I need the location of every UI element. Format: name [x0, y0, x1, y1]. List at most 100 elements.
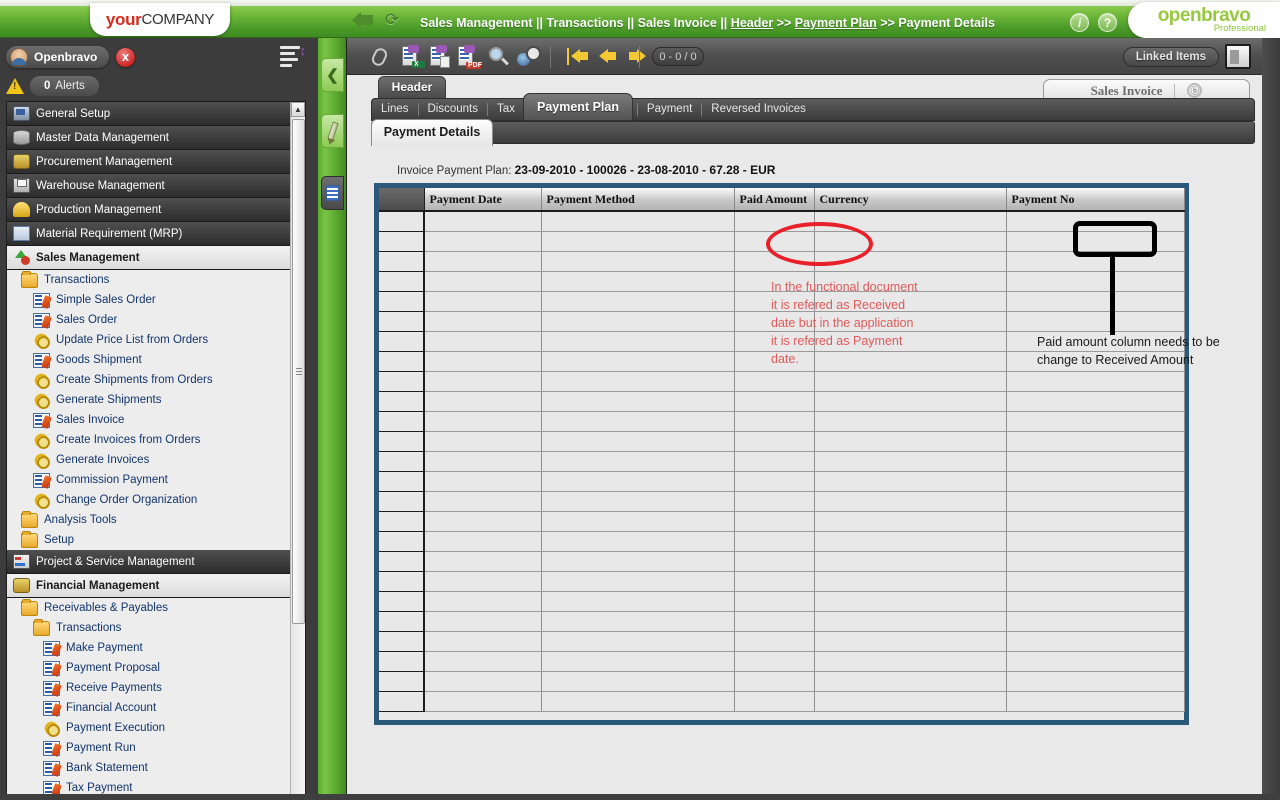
grid-cell[interactable]	[1006, 551, 1185, 572]
table-row[interactable]	[379, 511, 1185, 532]
table-row[interactable]	[379, 411, 1185, 432]
grid-cell[interactable]	[734, 631, 815, 652]
grid-row-selector-cell[interactable]	[379, 391, 425, 412]
grid-row-selector-cell[interactable]	[379, 511, 425, 532]
grid-column-header-payment-method[interactable]: Payment Method	[541, 188, 735, 212]
sidebar-item-make-payment[interactable]: Make Payment	[7, 638, 305, 658]
grid-cell[interactable]	[541, 211, 735, 232]
grid-cell[interactable]	[734, 351, 815, 372]
sidebar-item-sales-invoice[interactable]: Sales Invoice	[7, 410, 305, 430]
grid-row-selector-cell[interactable]	[379, 351, 425, 372]
tab-lines[interactable]: Lines	[372, 99, 418, 120]
grid-cell[interactable]	[734, 671, 815, 692]
grid-row-selector-cell[interactable]	[379, 691, 425, 712]
sidebar-item-financial-account[interactable]: Financial Account	[7, 698, 305, 718]
grid-cell[interactable]	[734, 271, 815, 292]
grid-cell[interactable]	[424, 291, 542, 312]
tab-tax[interactable]: Tax	[488, 99, 524, 120]
sidebar-item-procurement-management[interactable]: Procurement Management	[7, 150, 305, 174]
grid-cell[interactable]	[424, 351, 542, 372]
grid-cell[interactable]	[1006, 311, 1185, 332]
grid-cell[interactable]	[734, 291, 815, 312]
table-row[interactable]	[379, 491, 1185, 512]
sidebar-item-receivables-payables[interactable]: Receivables & Payables	[7, 598, 305, 618]
sidebar-item-change-order-organization[interactable]: Change Order Organization	[7, 490, 305, 510]
sidebar-item-sales-management[interactable]: Sales Management	[7, 246, 305, 270]
grid-cell[interactable]	[814, 471, 1007, 492]
grid-cell[interactable]	[734, 431, 815, 452]
sidebar-item-general-setup[interactable]: General Setup	[7, 102, 305, 126]
table-row[interactable]	[379, 451, 1185, 472]
grid-cell[interactable]	[424, 571, 542, 592]
grid-row-selector-cell[interactable]	[379, 451, 425, 472]
grid-cell[interactable]	[734, 611, 815, 632]
grid-column-header-currency[interactable]: Currency	[814, 188, 1007, 212]
sidebar-item-receive-payments[interactable]: Receive Payments	[7, 678, 305, 698]
grid-cell[interactable]	[424, 531, 542, 552]
grid-cell[interactable]	[1006, 411, 1185, 432]
grid-cell[interactable]	[424, 211, 542, 232]
table-row[interactable]	[379, 391, 1185, 412]
grid-row-selector-cell[interactable]	[379, 611, 425, 632]
sidebar-item-payment-run[interactable]: Payment Run	[7, 738, 305, 758]
grid-row-selector-cell[interactable]	[379, 291, 425, 312]
grid-cell[interactable]	[1006, 591, 1185, 612]
export-pdf-icon[interactable]: PDF	[455, 45, 482, 69]
grid-cell[interactable]	[1006, 571, 1185, 592]
grid-cell[interactable]	[814, 591, 1007, 612]
grid-cell[interactable]	[424, 471, 542, 492]
sidebar-item-master-data-management[interactable]: Master Data Management	[7, 126, 305, 150]
table-row[interactable]	[379, 251, 1185, 272]
grid-cell[interactable]	[814, 311, 1007, 332]
grid-cell[interactable]	[1006, 391, 1185, 412]
grid-cell[interactable]	[1006, 431, 1185, 452]
alerts-row[interactable]: 0 Alerts	[6, 74, 99, 98]
grid-row-selector-cell[interactable]	[379, 251, 425, 272]
grid-row-selector-cell[interactable]	[379, 471, 425, 492]
sidebar-item-generate-shipments[interactable]: Generate Shipments	[7, 390, 305, 410]
first-record-button[interactable]	[567, 47, 588, 66]
grid-row-selector-cell[interactable]	[379, 271, 425, 292]
tab-payment-plan[interactable]: Payment Plan	[523, 93, 633, 121]
sidebar-item-analysis-tools[interactable]: Analysis Tools	[7, 510, 305, 530]
table-row[interactable]	[379, 231, 1185, 252]
sidebar-item-transactions[interactable]: Transactions	[7, 618, 305, 638]
grid-cell[interactable]	[541, 551, 735, 572]
table-row[interactable]	[379, 551, 1185, 572]
grid-cell[interactable]	[734, 211, 815, 232]
grid-cell[interactable]	[424, 311, 542, 332]
linked-items-icon[interactable]	[1225, 44, 1251, 69]
grid-cell[interactable]	[814, 251, 1007, 272]
next-record-button[interactable]	[627, 47, 648, 66]
grid-cell[interactable]	[734, 251, 815, 272]
grid-row-selector-cell[interactable]	[379, 431, 425, 452]
tab-reversed-invoices[interactable]: Reversed Invoices	[702, 99, 815, 120]
grid-cell[interactable]	[1006, 371, 1185, 392]
table-row[interactable]	[379, 691, 1185, 712]
grid-cell[interactable]	[541, 351, 735, 372]
grid-cell[interactable]	[424, 491, 542, 512]
info-icon[interactable]: i	[1070, 13, 1089, 32]
table-row[interactable]	[379, 211, 1185, 232]
sidebar-item-payment-proposal[interactable]: Payment Proposal	[7, 658, 305, 678]
sidebar-item-material-requirement-mrp[interactable]: Material Requirement (MRP)	[7, 222, 305, 246]
grid-cell[interactable]	[734, 411, 815, 432]
grid-cell[interactable]	[541, 511, 735, 532]
grid-cell[interactable]	[1006, 451, 1185, 472]
breadcrumb-item-transactions[interactable]: Transactions	[547, 16, 624, 30]
sidebar-item-simple-sales-order[interactable]: Simple Sales Order	[7, 290, 305, 310]
tab-header[interactable]: Header	[378, 76, 446, 98]
grid-cell[interactable]	[1006, 651, 1185, 672]
grid-cell[interactable]	[734, 371, 815, 392]
grid-cell[interactable]	[814, 671, 1007, 692]
search-icon[interactable]	[487, 45, 511, 69]
grid-row-selector-cell[interactable]	[379, 211, 425, 232]
grid-cell[interactable]	[1006, 531, 1185, 552]
grid-row-selector-cell[interactable]	[379, 631, 425, 652]
pencil-edit-icon[interactable]	[321, 114, 344, 148]
grid-cell[interactable]	[1006, 351, 1185, 372]
grid-cell[interactable]	[814, 351, 1007, 372]
grid-view-icon[interactable]	[321, 176, 344, 210]
grid-cell[interactable]	[541, 231, 735, 252]
grid-cell[interactable]	[424, 551, 542, 572]
